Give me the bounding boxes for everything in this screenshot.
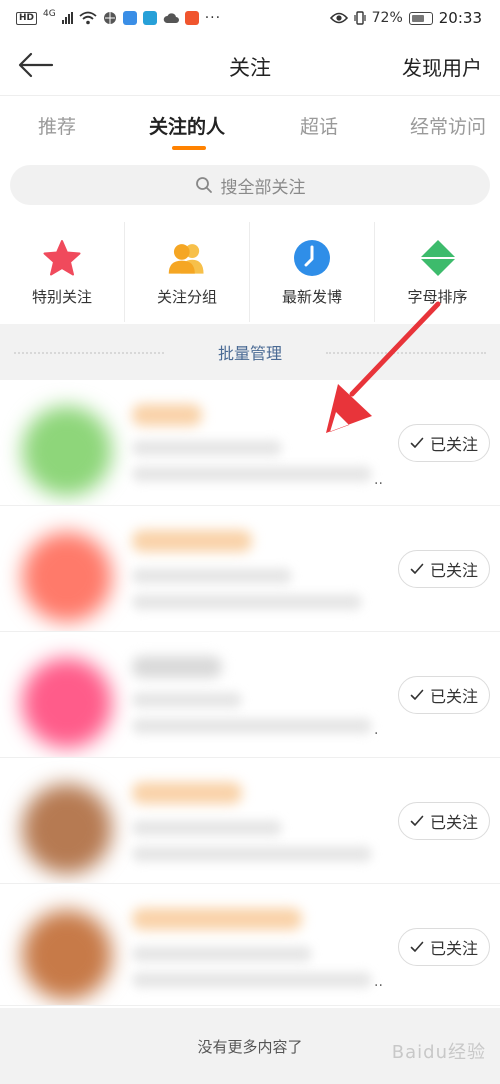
blurred-description [132,594,362,610]
followed-button[interactable]: 已关注 [398,928,490,966]
blurred-description [132,946,312,962]
star-icon [42,238,82,278]
alpha-sort-entry[interactable]: 字母排序 [375,222,500,322]
discover-users-button[interactable]: 发现用户 [402,52,482,81]
back-arrow-icon [18,52,54,78]
followed-label: 已关注 [429,561,478,580]
tab-following[interactable]: 关注的人 [149,112,225,139]
truncation-dots: . [374,722,379,738]
follow-group-label: 关注分组 [156,288,217,306]
followed-label: 已关注 [429,435,478,454]
avatar [22,910,112,1000]
truncation-dots: .. [374,472,383,488]
check-icon [410,563,424,574]
divider-right [326,352,486,354]
blurred-description [132,440,282,456]
tab-bar: 推荐 关注的人 超话 经常访问 [0,95,500,153]
search-icon [195,177,212,193]
truncation-dots: .. [374,974,383,990]
batch-manage-button[interactable]: 批量管理 [218,340,282,364]
avatar [22,784,112,874]
avatar [22,658,112,748]
sort-icon [418,238,458,278]
batch-manage-bar: 批量管理 [0,324,500,380]
latest-posts-label: 最新发博 [281,288,342,306]
status-left: HD 4G ··· [16,9,222,26]
blurred-description [132,692,242,708]
blurred-name [132,656,222,678]
back-button[interactable] [18,50,56,80]
followed-button[interactable]: 已关注 [398,802,490,840]
follow-group-entry[interactable]: 关注分组 [125,222,250,322]
latest-posts-entry[interactable]: 最新发博 [250,222,375,322]
blurred-name [132,530,252,552]
list-item[interactable]: .. 已关注 [0,380,500,506]
blurred-description [132,718,372,734]
clock-icon [292,238,332,278]
quick-entries: 特别关注 关注分组 最新发博 字母排序 [0,222,500,322]
check-icon [410,941,424,952]
blurred-description [132,846,372,862]
cloud-app-icon [122,11,137,25]
clock-time: 20:33 [438,9,482,27]
blurred-description [132,972,372,988]
no-more-content-text: 没有更多内容了 [197,1037,303,1056]
mail-app-icon [184,11,199,25]
tab-frequent-visits[interactable]: 经常访问 [410,112,486,139]
battery-percent: 72% [371,10,403,26]
status-bar: HD 4G ··· 72% 20:33 [0,0,500,36]
list-item[interactable]: 已关注 [0,506,500,632]
followed-button[interactable]: 已关注 [398,676,490,714]
alpha-sort-label: 字母排序 [407,288,468,306]
blurred-name [132,908,302,930]
blurred-name [132,404,202,426]
battery-icon [408,11,433,25]
blurred-description [132,820,282,836]
avatar [22,406,112,496]
blurred-description [132,466,372,482]
active-tab-indicator [172,146,206,150]
tab-recommend[interactable]: 推荐 [38,112,76,139]
followed-label: 已关注 [429,813,478,832]
cloud-icon [163,13,179,23]
special-follow-entry[interactable]: 特别关注 [0,222,125,322]
list-item[interactable]: .. 已关注 [0,884,500,1006]
blurred-description [132,568,292,584]
search-input[interactable]: 搜全部关注 [10,165,490,205]
tab-super-topics[interactable]: 超话 [300,112,338,139]
special-follow-label: 特别关注 [31,288,92,306]
followed-button[interactable]: 已关注 [398,424,490,462]
signal-icon [61,12,73,24]
check-icon [410,815,424,826]
wifi-icon [79,11,97,25]
search-placeholder: 搜全部关注 [220,177,306,198]
list-item[interactable]: . 已关注 [0,632,500,758]
divider-left [14,352,164,354]
nav-bar: 关注 发现用户 [0,36,500,94]
group-icon [167,238,207,278]
list-item[interactable]: 已关注 [0,758,500,884]
status-right: 72% 20:33 [329,9,482,27]
vibrate-icon [354,11,366,25]
hd-badge: HD [16,11,38,25]
follow-list: .. 已关注 已关注 . 已关注 已关注 .. 已关注 [0,380,500,1006]
browser-icon [103,12,116,24]
blurred-name [132,782,242,804]
followed-button[interactable]: 已关注 [398,550,490,588]
more-notifications-icon: ··· [204,10,222,26]
network-type: 4G [43,9,56,19]
followed-label: 已关注 [429,939,478,958]
check-icon [410,437,424,448]
avatar [22,532,112,622]
search-app-icon [142,11,157,25]
followed-label: 已关注 [429,687,478,706]
check-icon [410,689,424,700]
eye-icon [329,12,348,24]
watermark: Baidu经验 [391,1042,486,1063]
